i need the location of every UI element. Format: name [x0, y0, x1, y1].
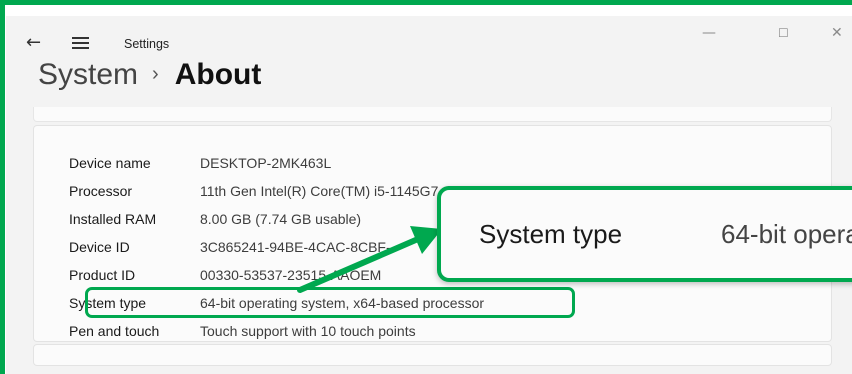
spec-value: DESKTOP-2MK463L — [200, 155, 332, 171]
spec-label: Device name — [69, 155, 151, 171]
page-title: System › About — [38, 58, 261, 92]
spec-label: Installed RAM — [69, 211, 157, 227]
title-bar: ← Settings — ☐ ✕ — [6, 16, 852, 64]
minimize-icon[interactable]: — — [702, 25, 716, 41]
zoom-callout: System type 64-bit operating system — [437, 186, 852, 282]
previous-card — [33, 107, 832, 122]
zoom-callout-label: System type — [479, 219, 623, 249]
maximize-icon[interactable]: ☐ — [778, 26, 789, 40]
breadcrumb-about: About — [174, 58, 262, 91]
spec-value: Touch support with 10 touch points — [200, 323, 416, 339]
zoom-callout-value: 64-bit operating system — [721, 219, 852, 249]
spec-value: 8.00 GB (7.74 GB usable) — [200, 211, 362, 227]
spec-label: Device ID — [69, 239, 130, 255]
hamburger-menu-icon[interactable] — [70, 34, 92, 52]
chevron-right-icon: › — [152, 63, 159, 85]
close-icon[interactable]: ✕ — [831, 25, 843, 41]
spec-label: Pen and touch — [69, 323, 160, 339]
system-type-highlight — [85, 287, 575, 318]
back-arrow-icon[interactable]: ← — [26, 32, 52, 54]
breadcrumb-system[interactable]: System — [38, 58, 138, 91]
spec-value: 3C865241-94BE-4CAC-8CBF- — [200, 239, 391, 255]
spec-label: Processor — [69, 183, 133, 199]
spec-label: Product ID — [69, 267, 136, 283]
next-card — [33, 344, 832, 366]
app-title: Settings — [124, 37, 170, 51]
spec-value: 00330-53537-23515-AAOEM — [200, 267, 382, 283]
